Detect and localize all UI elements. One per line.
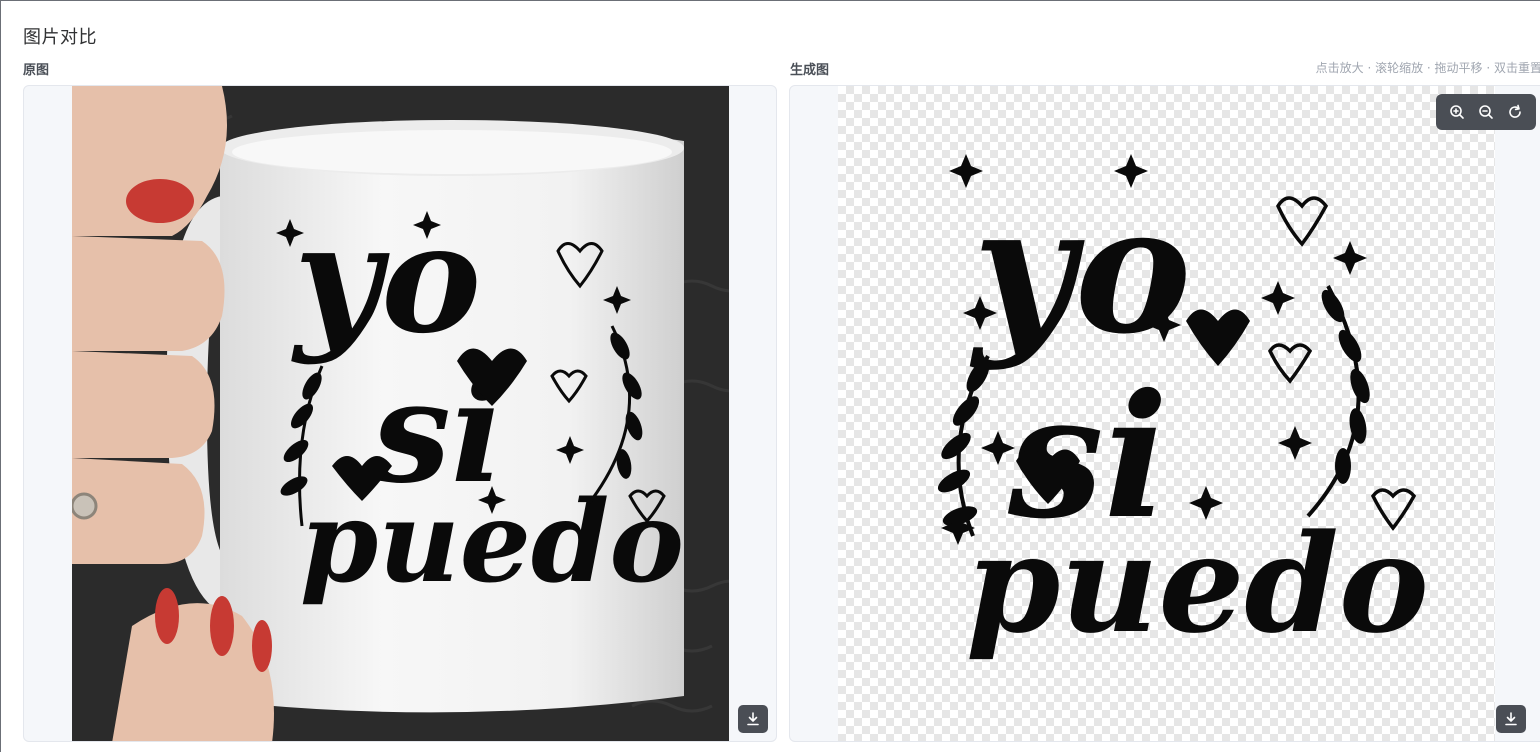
zoom-in-icon [1449,105,1464,119]
art-text-puedo: puedo [966,504,1429,663]
original-image-label: 原图 [23,63,50,78]
download-icon [1505,712,1517,726]
original-image-panel: yo si puedo [23,85,777,742]
zoom-in-button[interactable] [1445,100,1469,124]
original-image[interactable]: yo si puedo [72,86,729,741]
zoom-out-icon [1479,105,1493,119]
generated-image-panel: yo si puedo [789,85,1540,742]
download-original-button[interactable] [738,705,768,733]
page-title: 图片对比 [23,27,97,48]
reset-icon [1509,104,1522,118]
art-text-yo: yo [969,168,1191,373]
interaction-hint: 点击放大 · 滚轮缩放 · 拖动平移 · 双击重置 [1315,61,1540,75]
original-image-artwork: yo si puedo [72,86,729,741]
mug-text-yo: yo [291,191,481,367]
compare-dialog: 图片对比 原图 生成图 点击放大 · 滚轮缩放 · 拖动平移 · 双击重置 yo… [0,0,1540,752]
zoom-out-button[interactable] [1474,100,1498,124]
generated-image[interactable]: yo si puedo [838,86,1495,741]
zoom-toolbar [1436,94,1536,130]
download-generated-button[interactable] [1496,705,1526,733]
generated-image-label: 生成图 [790,63,830,78]
generated-image-artwork: yo si puedo [937,154,1429,663]
reset-zoom-button[interactable] [1503,100,1527,124]
download-icon [747,712,759,726]
